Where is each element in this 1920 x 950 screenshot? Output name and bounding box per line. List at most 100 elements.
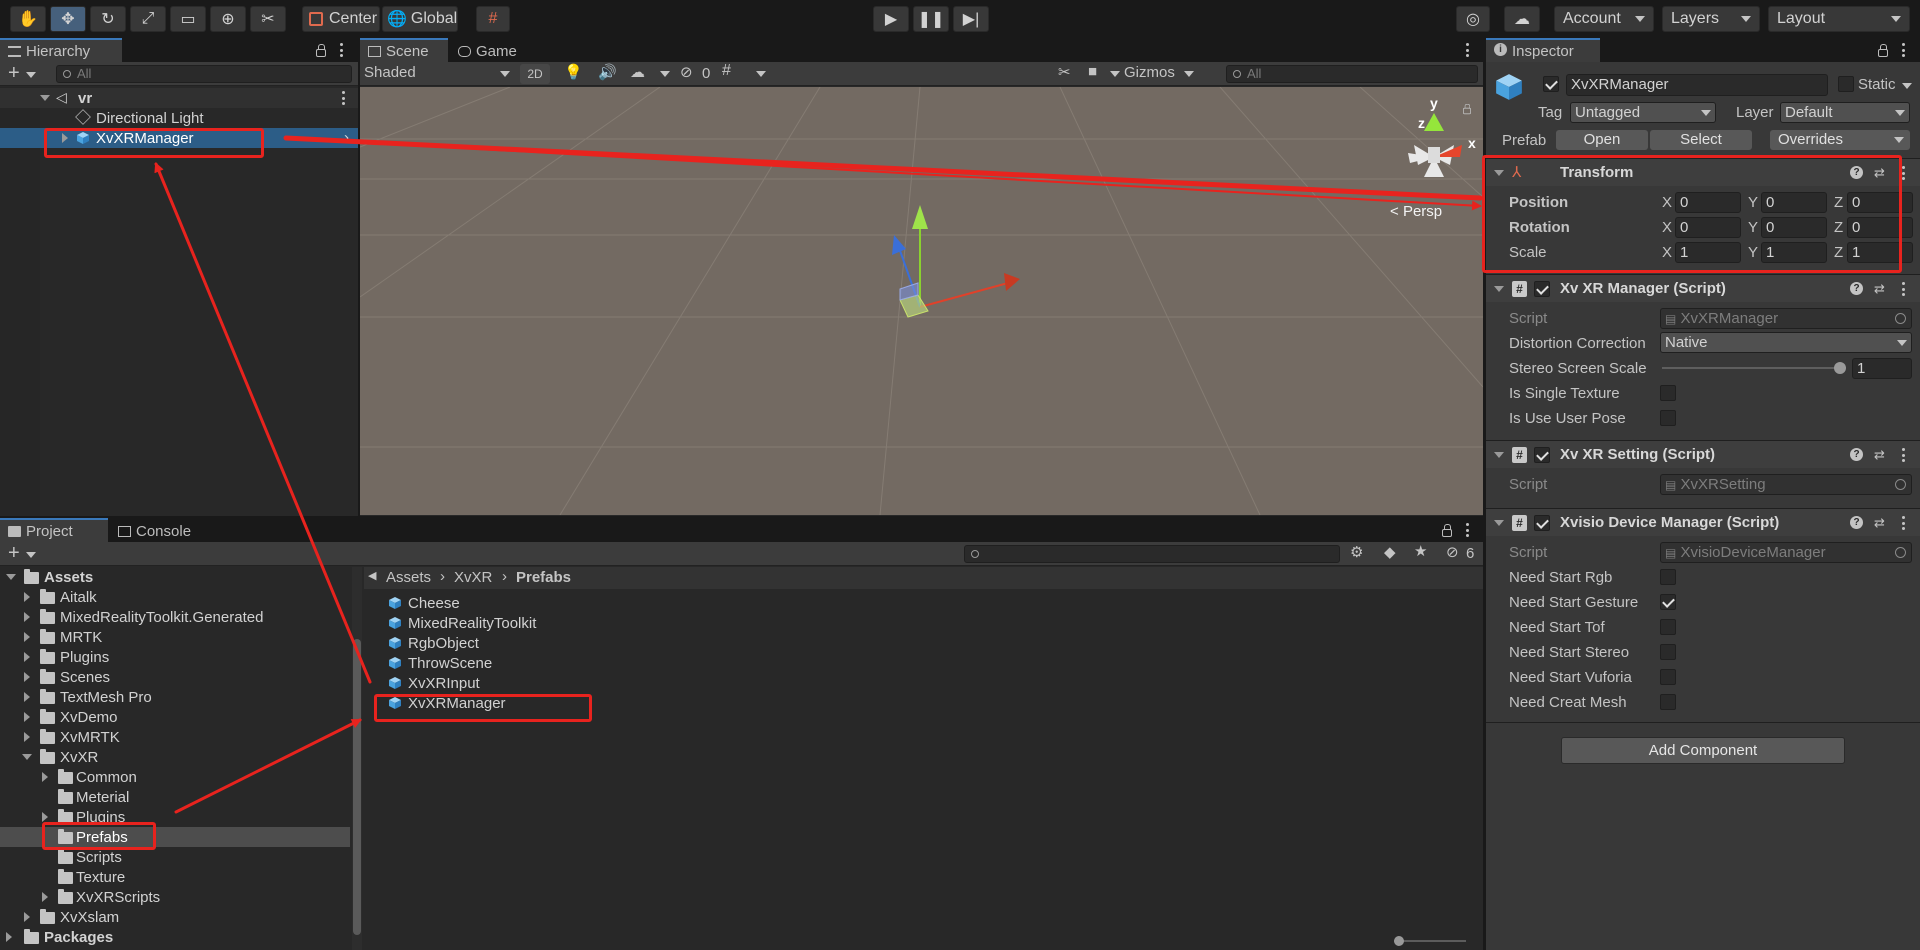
expand-arrow-icon[interactable]: [6, 932, 12, 942]
tree-folder[interactable]: Packages: [0, 927, 350, 947]
tree-folder[interactable]: Scenes: [0, 667, 350, 687]
breadcrumb-item-current[interactable]: Prefabs: [516, 569, 571, 586]
more-icon[interactable]: [1466, 43, 1470, 57]
pivot-space-button[interactable]: 🌐 Global: [382, 6, 458, 32]
more-icon[interactable]: [1902, 516, 1906, 530]
single-texture-checkbox[interactable]: [1660, 385, 1676, 401]
help-icon[interactable]: ?: [1850, 448, 1863, 461]
layout-dropdown[interactable]: Layout: [1768, 6, 1910, 32]
collapse-arrow-icon[interactable]: [1494, 520, 1504, 526]
more-icon[interactable]: [1902, 282, 1906, 296]
rotate-tool-button[interactable]: ↻: [90, 6, 126, 32]
expand-arrow-icon[interactable]: [24, 652, 30, 662]
component-enabled-checkbox[interactable]: [1534, 447, 1550, 463]
preset-icon[interactable]: ⇄: [1874, 515, 1888, 530]
chevron-right-icon[interactable]: ›: [344, 129, 349, 146]
tree-folder[interactable]: XvXRScripts: [0, 887, 350, 907]
scene-search-input[interactable]: All: [1226, 65, 1478, 83]
tree-folder[interactable]: XvMRTK: [0, 727, 350, 747]
cloud-button[interactable]: ☁: [1504, 6, 1540, 32]
stereo-scale-slider[interactable]: [1662, 360, 1846, 376]
option-checkbox[interactable]: [1660, 644, 1676, 660]
add-component-button[interactable]: Add Component: [1561, 737, 1845, 764]
xr-manager-header[interactable]: # Xv XR Manager (Script) ? ⇄: [1486, 274, 1920, 302]
breadcrumb-item[interactable]: Assets: [372, 569, 431, 586]
2d-toggle[interactable]: 2D: [520, 64, 550, 84]
filter-type-icon[interactable]: ⚙: [1350, 543, 1363, 561]
more-icon[interactable]: [340, 43, 344, 57]
more-icon[interactable]: [1466, 523, 1470, 537]
prefab-overrides-dropdown[interactable]: Overrides: [1770, 130, 1910, 150]
hierarchy-search-input[interactable]: All: [56, 65, 352, 83]
layer-dropdown[interactable]: Default: [1780, 102, 1910, 123]
tools-icon[interactable]: ✂: [1058, 63, 1071, 81]
effects-icon[interactable]: ☁: [630, 63, 645, 81]
expand-arrow-icon[interactable]: [42, 812, 48, 822]
rect-tool-button[interactable]: ▭: [170, 6, 206, 32]
grid-toggle-icon[interactable]: #: [722, 62, 731, 80]
custom-tool-button[interactable]: ✂: [250, 6, 286, 32]
expand-arrow-icon[interactable]: [24, 732, 30, 742]
expand-arrow-icon[interactable]: [40, 95, 50, 101]
chevron-down-icon[interactable]: [1902, 83, 1912, 89]
object-picker-icon[interactable]: [1895, 547, 1906, 558]
move-gizmo[interactable]: [892, 205, 1020, 318]
tree-folder[interactable]: XvXslam: [0, 907, 350, 927]
object-picker-icon[interactable]: [1895, 479, 1906, 490]
expand-arrow-icon[interactable]: [42, 772, 48, 782]
user-pose-checkbox[interactable]: [1660, 410, 1676, 426]
component-enabled-checkbox[interactable]: [1534, 515, 1550, 531]
hidden-packages-icon[interactable]: ⊘: [1446, 543, 1459, 561]
tree-folder[interactable]: Aitalk: [0, 587, 350, 607]
more-icon[interactable]: [342, 91, 346, 105]
asset-item[interactable]: XvXRInput: [386, 673, 480, 693]
chevron-down-icon[interactable]: [26, 72, 36, 78]
tree-folder[interactable]: Plugins: [0, 647, 350, 667]
preset-icon[interactable]: ⇄: [1874, 281, 1888, 296]
move-tool-button[interactable]: ✥: [50, 6, 86, 32]
slider-thumb[interactable]: [1394, 936, 1404, 946]
active-checkbox[interactable]: [1543, 76, 1559, 92]
hand-tool-button[interactable]: ✋: [10, 6, 46, 32]
project-search-input[interactable]: [964, 545, 1340, 563]
component-enabled-checkbox[interactable]: [1534, 281, 1550, 297]
tree-folder[interactable]: TextMesh Pro: [0, 687, 350, 707]
layers-dropdown[interactable]: Layers: [1662, 6, 1760, 32]
help-icon[interactable]: ?: [1850, 516, 1863, 529]
tab-inspector[interactable]: i Inspector: [1486, 38, 1600, 62]
option-checkbox[interactable]: [1660, 619, 1676, 635]
asset-item[interactable]: Cheese: [386, 593, 460, 613]
lock-icon[interactable]: [1442, 524, 1452, 537]
lock-icon[interactable]: [316, 44, 326, 57]
collapse-arrow-icon[interactable]: [1494, 286, 1504, 292]
tree-folder[interactable]: XvXR: [0, 747, 350, 767]
tag-dropdown[interactable]: Untagged: [1570, 102, 1716, 123]
tab-scene[interactable]: Scene: [360, 38, 448, 62]
lighting-icon[interactable]: 💡: [564, 63, 583, 81]
grid-snap-button[interactable]: #: [476, 6, 510, 32]
shading-mode-dropdown[interactable]: Shaded: [364, 64, 512, 84]
stereo-scale-input[interactable]: 1: [1852, 358, 1912, 379]
add-icon[interactable]: +: [8, 62, 20, 85]
chevron-down-icon[interactable]: [756, 71, 766, 77]
asset-item[interactable]: ThrowScene: [386, 653, 492, 673]
scene-viewport[interactable]: y x z < Persp: [360, 87, 1483, 515]
option-checkbox[interactable]: [1660, 569, 1676, 585]
xr-setting-header[interactable]: # Xv XR Setting (Script) ? ⇄: [1486, 440, 1920, 468]
projection-toggle[interactable]: < Persp: [1390, 203, 1442, 220]
expand-arrow-icon[interactable]: [24, 632, 30, 642]
add-icon[interactable]: +: [8, 542, 20, 565]
expand-arrow-icon[interactable]: [6, 574, 16, 580]
expand-arrow-icon[interactable]: [24, 612, 30, 622]
tree-folder[interactable]: Assets: [0, 567, 350, 587]
breadcrumb-item[interactable]: XvXR: [454, 569, 492, 586]
transform-tool-button[interactable]: ⊕: [210, 6, 246, 32]
audio-icon[interactable]: 🔊: [598, 63, 617, 81]
tab-console[interactable]: Console: [110, 518, 210, 542]
collab-button[interactable]: ◎: [1456, 6, 1490, 32]
gizmos-dropdown[interactable]: Gizmos: [1124, 64, 1196, 84]
tree-folder[interactable]: MixedRealityToolkit.Generated: [0, 607, 350, 627]
hidden-objects-icon[interactable]: ⊘: [680, 63, 693, 81]
static-checkbox[interactable]: [1838, 76, 1854, 92]
filter-label-icon[interactable]: ◆: [1384, 543, 1396, 561]
